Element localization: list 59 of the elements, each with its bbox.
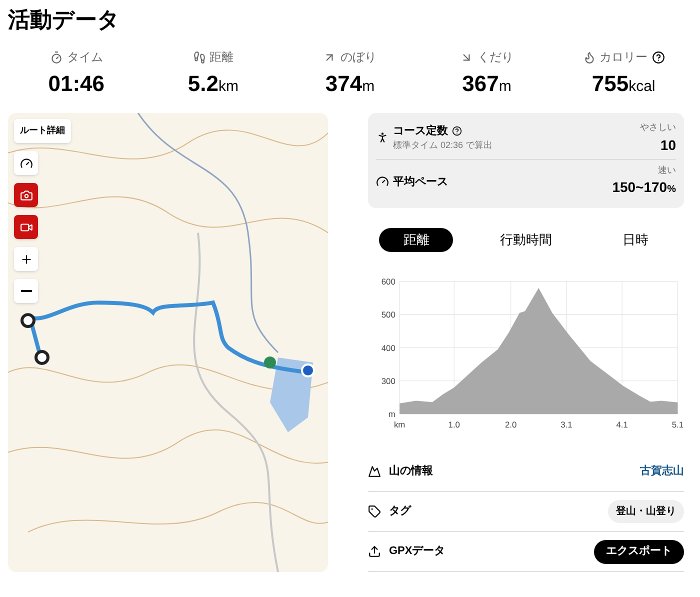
x-tick-label: km (394, 420, 406, 430)
tag-icon (368, 505, 381, 518)
tag-chip[interactable]: 登山・山登り (608, 500, 684, 523)
summary-rating: 速い (658, 164, 676, 176)
summary-value: 10 (660, 136, 676, 154)
chart-tab[interactable]: 行動時間 (476, 228, 576, 252)
mountain-link[interactable]: 古賀志山 (640, 463, 684, 480)
x-tick-label: 1.0 (448, 420, 460, 430)
zoom-in-button[interactable] (14, 247, 38, 271)
gauge-icon (376, 175, 389, 188)
export-button[interactable]: エクスポート (594, 540, 684, 564)
y-tick-label: m (388, 409, 396, 420)
gauge-button[interactable] (14, 151, 38, 175)
summary-note: 標準タイム 02:36 で算出 (393, 139, 493, 152)
stat-label: くだり (477, 49, 514, 66)
stat-label: カロリー (600, 49, 648, 66)
chart-tab[interactable]: 日時 (598, 228, 673, 252)
video-button[interactable] (14, 215, 38, 239)
help-icon[interactable] (652, 50, 665, 64)
y-tick-label: 300 (381, 376, 396, 386)
timer-icon (50, 50, 63, 64)
info-label: GPXデータ (389, 544, 446, 560)
map[interactable]: ルート詳細 (8, 113, 328, 572)
stat-label: のぼり (340, 49, 376, 66)
stat-value: 367m (462, 70, 512, 98)
x-tick-label: 2.0 (505, 420, 517, 430)
minus-icon (20, 290, 32, 292)
x-tick-label: 4.1 (616, 420, 628, 430)
mountain-icon (368, 465, 381, 478)
chart-tab[interactable]: 距離 (379, 228, 454, 252)
camera-icon (20, 188, 32, 202)
y-tick-label: 400 (381, 342, 396, 353)
summary-label: コース定数 (393, 124, 448, 139)
stat-value: 755kcal (592, 70, 656, 98)
upload-icon (368, 545, 381, 558)
zoom-out-button[interactable] (14, 279, 38, 303)
zoom-in-icon (20, 252, 32, 266)
help-icon[interactable] (452, 126, 462, 136)
flame-icon (582, 50, 596, 64)
info-label: タグ (389, 504, 412, 520)
route-detail-button[interactable]: ルート詳細 (14, 119, 71, 143)
stat-value: 374m (325, 70, 375, 98)
stat-value: 01:46 (48, 70, 105, 98)
x-tick-label: 3.1 (560, 420, 572, 430)
stat-label: タイム (66, 49, 103, 66)
camera-button[interactable] (14, 183, 38, 207)
video-icon (20, 220, 32, 234)
stat-value: 5.2km (188, 70, 238, 98)
summary-rating: やさしい (640, 121, 676, 134)
x-tick-label: 5.1 (672, 420, 684, 430)
summary-label: 平均ペース (393, 174, 448, 190)
info-label: 山の情報 (389, 464, 434, 480)
hiker-icon (376, 131, 389, 144)
gauge-icon (20, 156, 32, 170)
y-tick-label: 500 (381, 310, 396, 320)
y-tick-label: 600 (381, 276, 396, 286)
summary-value: 150~170% (612, 178, 676, 197)
page-title: 活動データ (8, 6, 120, 34)
stat-label: 距離 (210, 49, 234, 66)
